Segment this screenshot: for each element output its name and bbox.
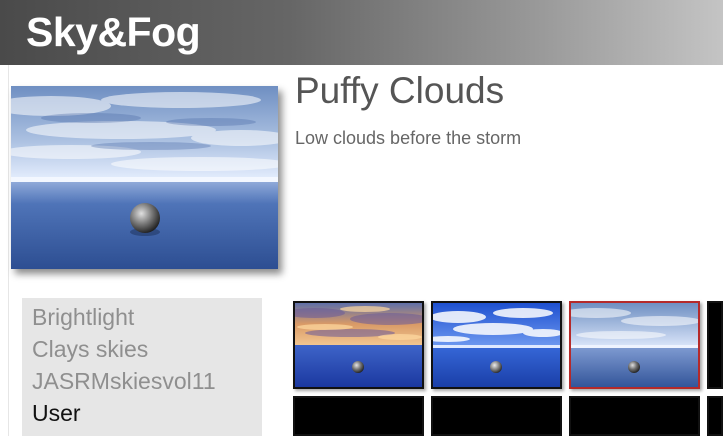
app-title: Sky&Fog [26,9,201,55]
thumbnail-sunset-clouds[interactable] [293,301,424,389]
thumbnail-puffy-clouds[interactable] [569,301,700,389]
thumbnail-empty-slot[interactable] [707,301,723,389]
folder-item-clays-skies[interactable]: Clays skies [32,336,148,363]
folder-list: Brightlight Clays skies JASRMskiesvol11 … [22,298,262,436]
preset-description: Low clouds before the storm [295,128,522,148]
preset-thumbnail-grid [290,297,723,436]
thumbnail-empty-slot[interactable] [431,396,562,436]
preset-title: Puffy Clouds [295,70,505,111]
thumbnail-bright-blue-clouds[interactable] [431,301,562,389]
thumbnail-empty-slot[interactable] [569,396,700,436]
thumbnail-empty-slot[interactable] [293,396,424,436]
sky-preview-image [11,86,278,269]
thumbnail-empty-slot[interactable] [707,396,723,436]
folder-item-jasrmskiesvol11[interactable]: JASRMskiesvol11 [32,368,216,395]
app-header: Sky&Fog [0,0,723,65]
left-divider [0,65,9,436]
folder-item-user[interactable]: User [32,400,81,427]
folder-item-brightlight[interactable]: Brightlight [32,304,134,331]
